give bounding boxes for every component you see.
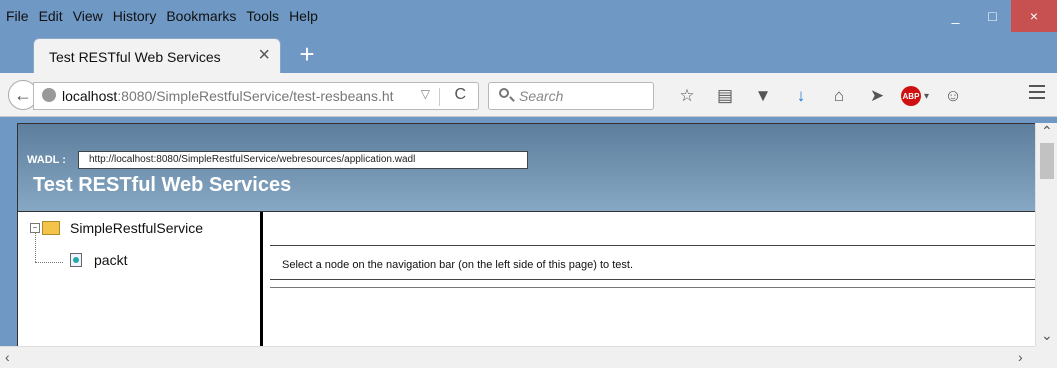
home-icon[interactable]: ⌂ (820, 83, 858, 109)
instruction-message: Select a node on the navigation bar (on … (282, 259, 634, 271)
resource-icon (70, 253, 82, 267)
browser-tab[interactable]: Test RESTful Web Services × (33, 38, 281, 74)
divider (270, 279, 1035, 280)
pocket-icon[interactable]: ▼ (744, 83, 782, 109)
menu-view[interactable]: View (73, 8, 103, 24)
scroll-up-icon[interactable]: ⌃ (1041, 123, 1053, 140)
menu-file[interactable]: File (6, 8, 29, 24)
download-icon[interactable]: ↓ (782, 83, 820, 109)
page-content: WADL : http://localhost:8080/SimpleRestf… (17, 123, 1035, 346)
navigation-toolbar: ← localhost:8080/SimpleRestfulService/te… (0, 73, 1057, 117)
menu-history[interactable]: History (113, 8, 157, 24)
toolbar-icons: ☆ ▤ ▼ ↓ ⌂ ➤ ABP ▾ ☺ (668, 83, 972, 109)
reading-list-icon[interactable]: ▤ (706, 83, 744, 109)
page-title: Test RESTful Web Services (33, 174, 292, 196)
test-pane: Select a node on the navigation bar (on … (267, 212, 1035, 346)
browser-window: File Edit View History Bookmarks Tools H… (0, 0, 1057, 368)
wadl-label: WADL : (27, 154, 66, 166)
scroll-down-icon[interactable]: ⌄ (1041, 327, 1053, 344)
menubar: File Edit View History Bookmarks Tools H… (0, 0, 1057, 36)
search-icon (499, 88, 509, 98)
reload-icon[interactable]: C (454, 86, 466, 104)
star-icon[interactable]: ☆ (668, 83, 706, 109)
window-controls: _ □ × (937, 0, 1057, 32)
navigation-tree: − SimpleRestfulService packt (18, 212, 263, 346)
url-dropdown-icon[interactable]: ▽ (421, 87, 430, 101)
divider (270, 287, 1035, 288)
menu-items: File Edit View History Bookmarks Tools H… (6, 8, 328, 24)
tree-connector (35, 262, 63, 264)
menu-icon[interactable] (1029, 85, 1045, 99)
minimize-button[interactable]: _ (937, 0, 974, 32)
tree-connector (35, 232, 37, 262)
scroll-right-icon[interactable]: › (1018, 349, 1023, 365)
adblock-icon[interactable]: ABP ▾ (896, 83, 934, 109)
tree-root-label: SimpleRestfulService (70, 220, 204, 236)
folder-open-icon (42, 221, 60, 235)
tree-child-label: packt (94, 252, 128, 268)
vertical-scrollbar[interactable]: ⌃ ⌄ (1035, 123, 1057, 346)
close-window-button[interactable]: × (1011, 0, 1057, 32)
search-input[interactable]: Search (488, 82, 654, 110)
back-arrow-icon: ← (14, 84, 32, 105)
wadl-url-box[interactable]: http://localhost:8080/SimpleRestfulServi… (78, 151, 528, 169)
address-bar[interactable]: localhost:8080/SimpleRestfulService/test… (33, 82, 479, 110)
menu-tools[interactable]: Tools (246, 8, 279, 24)
scroll-thumb[interactable] (1040, 143, 1054, 179)
new-tab-button[interactable]: + (292, 40, 322, 70)
scroll-left-icon[interactable]: ‹ (5, 349, 10, 365)
menu-help[interactable]: Help (289, 8, 318, 24)
menu-bookmarks[interactable]: Bookmarks (166, 8, 236, 24)
horizontal-scrollbar[interactable]: ‹ › (0, 346, 1035, 368)
menu-edit[interactable]: Edit (39, 8, 63, 24)
divider (270, 245, 1035, 246)
tree-root[interactable]: − SimpleRestfulService (30, 220, 203, 236)
chat-icon[interactable]: ☺ (934, 83, 972, 109)
page-header: WADL : http://localhost:8080/SimpleRestf… (18, 124, 1035, 212)
url-divider (439, 88, 440, 106)
scroll-corner (1035, 346, 1057, 368)
send-icon[interactable]: ➤ (858, 83, 896, 109)
url-text: localhost:8080/SimpleRestfulService/test… (62, 88, 394, 104)
site-identity-icon[interactable] (42, 88, 56, 102)
tab-title: Test RESTful Web Services (49, 49, 221, 65)
maximize-button[interactable]: □ (974, 0, 1011, 32)
search-placeholder: Search (519, 88, 564, 104)
tab-close-icon[interactable]: × (258, 44, 270, 67)
tree-node-packt[interactable]: packt (70, 252, 127, 268)
